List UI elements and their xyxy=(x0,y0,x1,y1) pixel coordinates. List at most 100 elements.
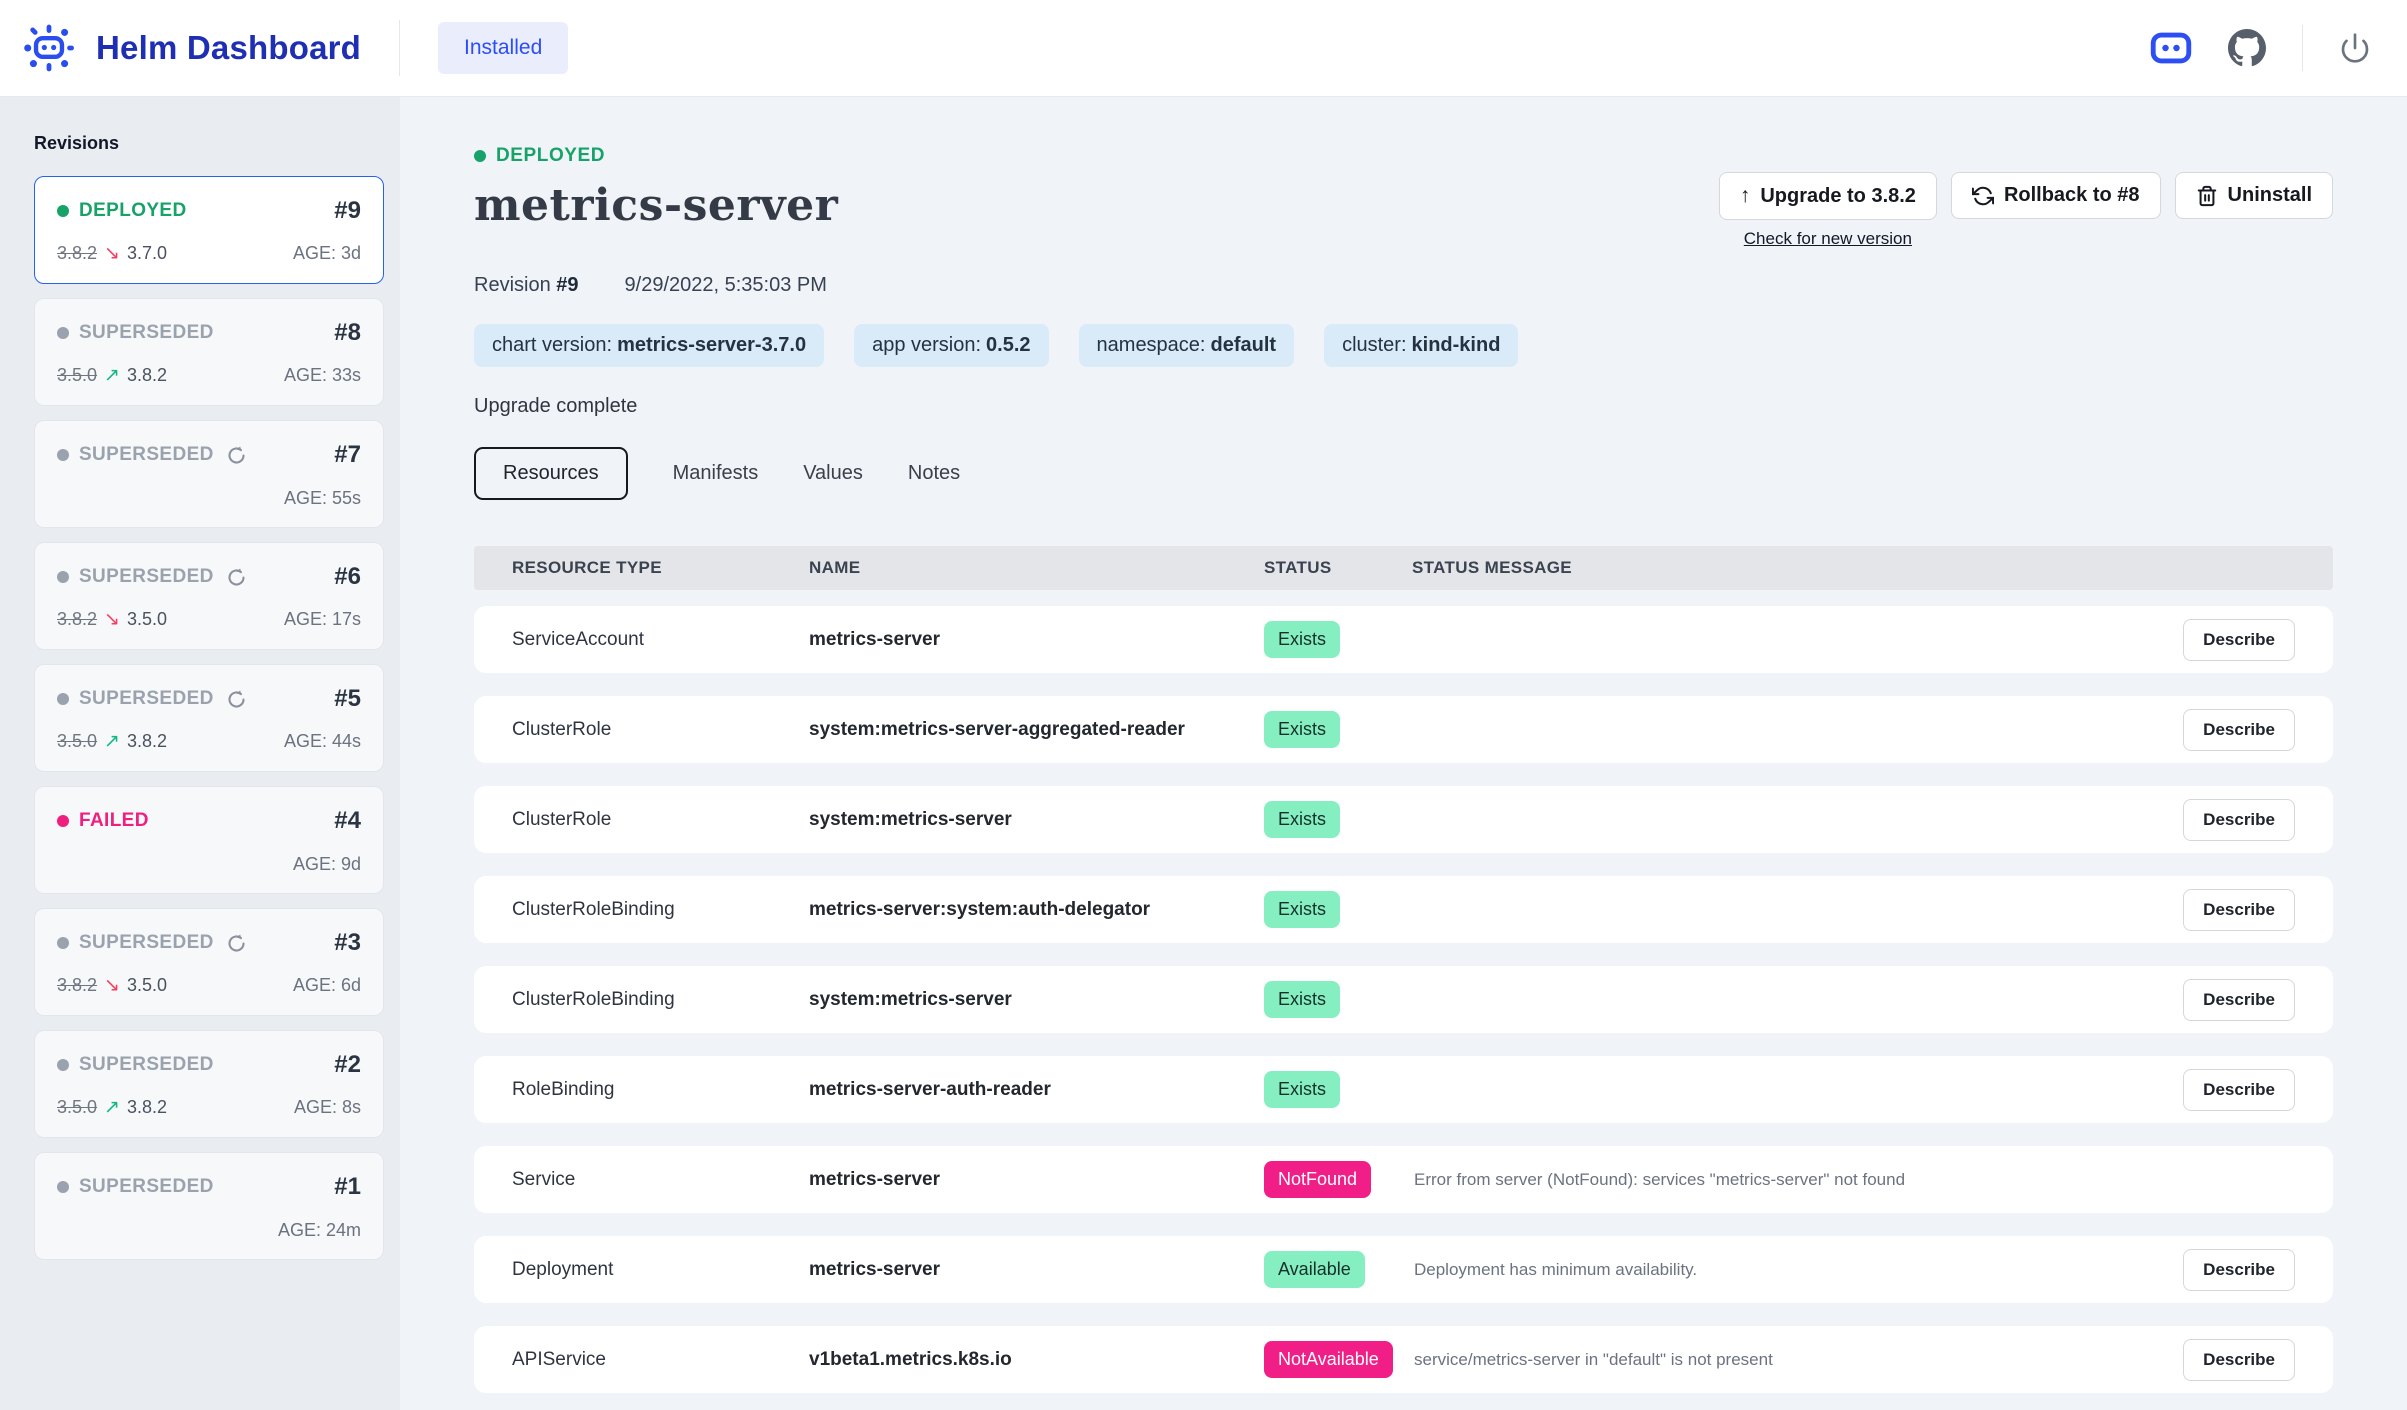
revision-card-header: SUPERSEDED #7 xyxy=(57,441,361,469)
revision-status-label: SUPERSEDED xyxy=(79,566,214,588)
revision-number: #5 xyxy=(334,685,361,713)
table-row: Service metrics-server NotFound Error fr… xyxy=(474,1146,2333,1213)
upgrade-button[interactable]: ↑ Upgrade to 3.8.2 xyxy=(1719,172,1937,220)
version-change: 3.5.0 ↗ 3.8.2 xyxy=(57,1096,167,1119)
describe-button[interactable]: Describe xyxy=(2183,1249,2295,1291)
status-message: Error from server (NotFound): services "… xyxy=(1412,1170,2155,1190)
title-block: DEPLOYED metrics-server xyxy=(474,145,838,231)
revision-card-2[interactable]: SUPERSEDED #2 3.5.0 ↗ 3.8.2 AGE: 8s xyxy=(34,1030,384,1138)
old-version: 3.8.2 xyxy=(57,243,97,264)
chart-version-badge: chart version:metrics-server-3.7.0 xyxy=(474,324,824,367)
revision-number: #1 xyxy=(334,1173,361,1201)
revision-status: SUPERSEDED xyxy=(57,688,247,710)
table-row: APIService v1beta1.metrics.k8s.io NotAva… xyxy=(474,1326,2333,1393)
resources-table: RESOURCE TYPE NAME STATUS STATUS MESSAGE… xyxy=(474,546,2333,1393)
app-version-badge: app version:0.5.2 xyxy=(854,324,1048,367)
describe-button[interactable]: Describe xyxy=(2183,979,2295,1021)
describe-button[interactable]: Describe xyxy=(2183,1069,2295,1111)
revision-card-footer: 3.8.2 ↘ 3.7.0 AGE: 3d xyxy=(57,242,361,265)
resource-type: ServiceAccount xyxy=(512,629,809,651)
rollback-button[interactable]: Rollback to #8 xyxy=(1951,172,2161,219)
resource-type: ClusterRoleBinding xyxy=(512,899,809,921)
revision-age: AGE: 44s xyxy=(284,731,361,752)
upgrade-label: Upgrade to 3.8.2 xyxy=(1760,185,1916,208)
col-status: STATUS xyxy=(1264,558,1412,578)
detail-tabs: Resources Manifests Values Notes xyxy=(474,447,2333,500)
revision-card-header: DEPLOYED #9 xyxy=(57,197,361,225)
status-badge: Exists xyxy=(1264,1071,1340,1108)
revision-card-footer: 3.5.0 ↗ 3.8.2 AGE: 33s xyxy=(57,364,361,387)
describe-button[interactable]: Describe xyxy=(2183,799,2295,841)
revision-number: #6 xyxy=(334,563,361,591)
revision-card-header: SUPERSEDED #3 xyxy=(57,929,361,957)
resource-name: v1beta1.metrics.k8s.io xyxy=(809,1349,1264,1371)
version-change: 3.8.2 ↘ 3.5.0 xyxy=(57,608,167,631)
version-arrow-icon: ↗ xyxy=(104,730,120,753)
check-new-version-link[interactable]: Check for new version xyxy=(1719,229,1937,249)
resource-type: ClusterRole xyxy=(512,809,809,831)
tab-manifests[interactable]: Manifests xyxy=(673,462,759,485)
revision-card-4[interactable]: FAILED #4 AGE: 9d xyxy=(34,786,384,894)
revision-number: #9 xyxy=(334,197,361,225)
revision-age: AGE: 17s xyxy=(284,609,361,630)
table-row: ServiceAccount metrics-server Exists Des… xyxy=(474,606,2333,673)
header-divider xyxy=(2302,25,2303,71)
table-row: ClusterRoleBinding system:metrics-server… xyxy=(474,966,2333,1033)
header-divider xyxy=(399,20,400,76)
status-dot-icon xyxy=(57,937,69,949)
revision-card-1[interactable]: SUPERSEDED #1 AGE: 24m xyxy=(34,1152,384,1260)
status-badge: Exists xyxy=(1264,981,1340,1018)
resource-type: ClusterRole xyxy=(512,719,809,741)
revision-status: DEPLOYED xyxy=(57,200,187,222)
uninstall-button[interactable]: Uninstall xyxy=(2175,172,2333,219)
revision-status: FAILED xyxy=(57,810,149,832)
version-change: 3.8.2 ↘ 3.5.0 xyxy=(57,974,167,997)
tab-resources[interactable]: Resources xyxy=(474,447,628,500)
status-badge: NotFound xyxy=(1264,1161,1371,1198)
revision-card-6[interactable]: SUPERSEDED #6 3.8.2 ↘ 3.5.0 AGE: 17s xyxy=(34,542,384,650)
revision-status: SUPERSEDED xyxy=(57,932,247,954)
describe-button[interactable]: Describe xyxy=(2183,1339,2295,1381)
status-dot-icon xyxy=(57,1181,69,1193)
table-body: ServiceAccount metrics-server Exists Des… xyxy=(474,606,2333,1393)
new-version: 3.7.0 xyxy=(127,243,167,264)
tab-notes[interactable]: Notes xyxy=(908,462,960,485)
revision-status: SUPERSEDED xyxy=(57,1054,214,1076)
revision-card-7[interactable]: SUPERSEDED #7 AGE: 55s xyxy=(34,420,384,528)
status-dot-icon xyxy=(57,693,69,705)
release-detail: DEPLOYED metrics-server ↑ Upgrade to 3.8… xyxy=(400,97,2407,1410)
revision-card-5[interactable]: SUPERSEDED #5 3.5.0 ↗ 3.8.2 AGE: 44s xyxy=(34,664,384,772)
describe-button[interactable]: Describe xyxy=(2183,619,2295,661)
revision-status-label: DEPLOYED xyxy=(79,200,187,222)
revision-number: #7 xyxy=(334,441,361,469)
helm-dashboard-logo-icon xyxy=(22,21,76,75)
revision-card-9[interactable]: DEPLOYED #9 3.8.2 ↘ 3.7.0 AGE: 3d xyxy=(34,176,384,284)
tab-installed[interactable]: Installed xyxy=(438,22,568,74)
tab-values[interactable]: Values xyxy=(803,462,863,485)
describe-button[interactable]: Describe xyxy=(2183,709,2295,751)
robot-icon-button[interactable] xyxy=(2150,30,2192,66)
github-link[interactable] xyxy=(2228,29,2266,67)
describe-button[interactable]: Describe xyxy=(2183,889,2295,931)
badge-value: 0.5.2 xyxy=(986,334,1030,356)
version-arrow-icon: ↘ xyxy=(104,608,120,631)
badge-label: chart version: xyxy=(492,334,612,356)
revision-info: Revision #9 xyxy=(474,274,579,297)
revision-number: #9 xyxy=(556,274,578,296)
resource-name: metrics-server:system:auth-delegator xyxy=(809,899,1264,921)
brand[interactable]: Helm Dashboard xyxy=(22,21,361,75)
shutdown-button[interactable] xyxy=(2339,32,2371,64)
table-row: ClusterRole system:metrics-server-aggreg… xyxy=(474,696,2333,763)
header-icons xyxy=(2150,25,2371,71)
version-arrow-icon: ↗ xyxy=(104,364,120,387)
table-header: RESOURCE TYPE NAME STATUS STATUS MESSAGE xyxy=(474,546,2333,590)
version-arrow-icon: ↘ xyxy=(104,974,120,997)
old-version: 3.5.0 xyxy=(57,365,97,386)
new-version: 3.8.2 xyxy=(127,365,167,386)
revision-status: SUPERSEDED xyxy=(57,322,214,344)
revision-card-8[interactable]: SUPERSEDED #8 3.5.0 ↗ 3.8.2 AGE: 33s xyxy=(34,298,384,406)
old-version: 3.5.0 xyxy=(57,731,97,752)
history-icon xyxy=(226,933,247,954)
revision-card-3[interactable]: SUPERSEDED #3 3.8.2 ↘ 3.5.0 AGE: 6d xyxy=(34,908,384,1016)
resource-name: metrics-server xyxy=(809,1259,1264,1281)
